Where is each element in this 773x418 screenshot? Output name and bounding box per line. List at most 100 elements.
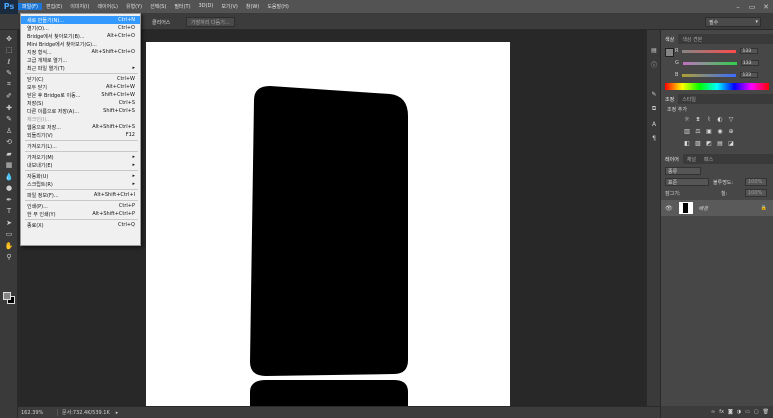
value-b[interactable]: 133 [740,72,759,78]
photo-filter-icon[interactable]: ◉ [716,128,724,135]
zoom-level[interactable]: 162.39% [21,410,57,416]
history-icon[interactable]: ▤ [649,46,659,55]
slider-green[interactable]: G 133 [675,59,771,67]
fg-color-swatch[interactable] [3,292,11,300]
layer-row-background[interactable]: 👁 배경 🔒 [661,200,773,216]
file-menu-item[interactable]: 최근 파일 열기(T) ▸ [21,64,140,72]
mask-icon[interactable]: ◙ [728,409,733,415]
brush-icon[interactable]: ✎ [4,115,14,124]
tab-adjustments[interactable]: 조정 [661,94,679,104]
gradient-map-icon[interactable]: ▤ [716,140,724,147]
path-select-icon[interactable]: ➤ [4,218,14,227]
status-arrow-icon[interactable]: ▸ [116,410,119,416]
file-menu-item[interactable]: Mini Bridge에서 찾아보기(G)... [21,40,140,48]
trash-icon[interactable]: 🗑 [763,409,769,415]
menu-item[interactable]: 이미지(I) [66,3,93,10]
file-menu-item[interactable]: 모두 닫기 Alt+Ctrl+W [21,83,140,91]
threshold-icon[interactable]: ◩ [705,140,713,147]
color-spectrum[interactable] [665,83,769,90]
tab-layers[interactable]: 레이어 [661,154,683,164]
file-menu-item[interactable]: 지정 형식... Alt+Shift+Ctrl+O [21,48,140,56]
maximize-button[interactable]: ▭ [745,0,759,14]
brightness-icon[interactable]: ☼ [683,116,691,123]
link-icon[interactable]: ∞ [711,409,715,415]
eyedropper-icon[interactable]: ✐ [4,92,14,101]
gradient-icon[interactable]: ▦ [4,161,14,170]
fill-field[interactable]: 100% [745,189,767,197]
refine-edge-button[interactable]: 가장자리 다듬기... [186,17,235,27]
menu-item[interactable]: 편집(E) [42,3,66,10]
hue-sat-icon[interactable]: ▥ [683,128,691,135]
posterize-icon[interactable]: ▨ [694,140,702,147]
menu-item[interactable]: 필터(T) [170,3,194,10]
menu-item[interactable]: 유형(Y) [122,3,146,10]
eye-icon[interactable]: 👁 [665,205,673,212]
folder-icon[interactable]: ▭ [745,409,750,415]
menu-item[interactable]: 보기(V) [217,3,242,10]
file-menu-item[interactable]: 스크립트(R) ▸ [21,180,140,188]
track-b[interactable] [682,73,737,77]
hand-icon[interactable]: ✋ [4,241,14,250]
pen-icon[interactable]: ✒ [4,195,14,204]
bw-icon[interactable]: ▣ [705,128,713,135]
quick-select-icon[interactable]: ✎ [4,69,14,78]
layer-kind-filter[interactable]: 종류 [665,167,701,175]
adjustment-layer-icon[interactable]: ◑ [737,409,741,415]
channel-mixer-icon[interactable]: ⊕ [727,128,735,135]
file-menu-item[interactable]: 닫은 후 Bridge로 이동... Shift+Ctrl+W [21,91,140,99]
menu-item[interactable]: 선택(S) [146,3,170,10]
blend-mode-select[interactable]: 표준 [665,178,709,186]
invert-icon[interactable]: ◧ [683,140,691,147]
clone-source-icon[interactable]: ⧉ [649,104,659,113]
tab-color[interactable]: 색상 [661,34,679,44]
type-icon[interactable]: T [4,207,14,216]
file-menu-item[interactable]: 웹용으로 저장... Alt+Shift+Ctrl+S [21,123,140,131]
crop-icon[interactable]: ⌗ [4,80,14,89]
healing-icon[interactable]: ✚ [4,103,14,112]
value-g[interactable]: 133 [740,60,759,66]
color-balance-icon[interactable]: ⚖ [694,128,702,135]
file-menu-item[interactable]: 다른 이름으로 저장(A)... Shift+Ctrl+S [21,107,140,115]
paragraph-icon[interactable]: ¶ [649,134,659,143]
move-icon[interactable]: ✥ [4,34,14,43]
menu-item[interactable]: 파일(F) [18,3,42,10]
eraser-icon[interactable]: ▰ [4,149,14,158]
character-icon[interactable]: A [649,120,659,129]
menu-item[interactable]: 3D(D) [195,3,218,10]
stamp-icon[interactable]: ♙ [4,126,14,135]
file-menu-item[interactable]: 열기(O)... Ctrl+O [21,24,140,32]
layer-name[interactable]: 배경 [699,205,708,212]
lasso-icon[interactable]: ℓ [4,57,14,66]
info-icon[interactable]: ⓘ [649,60,659,69]
marquee-icon[interactable]: ⬚ [4,46,14,55]
close-button[interactable]: ✕ [759,0,773,14]
minimize-button[interactable]: – [731,0,745,14]
foreground-swatch[interactable] [665,48,674,57]
file-menu-item[interactable]: 고급 개체로 열기... [21,56,140,64]
file-menu-item[interactable]: Bridge에서 찾아보기(B)... Alt+Ctrl+O [21,32,140,40]
exposure-icon[interactable]: ◐ [716,116,724,123]
file-menu-item[interactable]: 한 부 인쇄(Y) Alt+Shift+Ctrl+P [21,210,140,218]
file-menu-item[interactable]: 저장(S) Ctrl+S [21,99,140,107]
menu-item[interactable]: 레이어(L) [93,3,122,10]
tab-paths[interactable]: 패스 [700,154,717,164]
workspace-select[interactable]: 필수 ▾ [705,17,761,27]
file-menu-item[interactable]: 닫기(C) Ctrl+W [21,75,140,83]
menu-item[interactable]: 창(W) [242,3,263,10]
file-menu-item[interactable]: 되돌리기(V) F12 [21,131,140,139]
file-menu-item[interactable]: 가져오기(M) ▸ [21,153,140,161]
value-r[interactable]: 133 [740,48,759,54]
vibrance-icon[interactable]: ▽ [727,116,735,123]
selective-color-icon[interactable]: ◪ [727,140,735,147]
tab-swatches[interactable]: 색상 견본 [678,34,706,44]
file-menu-item[interactable]: 인쇄(P)... Ctrl+P [21,202,140,210]
file-menu-item[interactable]: 가져오기(L)... [21,142,140,150]
menu-item[interactable]: 도움말(H) [263,3,292,10]
dodge-icon[interactable]: ● [4,184,14,193]
new-layer-icon[interactable]: ▢ [754,409,759,415]
file-menu-item[interactable]: 자동화(U) ▸ [21,172,140,180]
track-g[interactable] [682,61,737,65]
levels-icon[interactable]: ⩩ [694,116,702,123]
file-menu-item[interactable]: 내보내기(E) ▸ [21,161,140,169]
document-canvas[interactable] [146,42,510,406]
